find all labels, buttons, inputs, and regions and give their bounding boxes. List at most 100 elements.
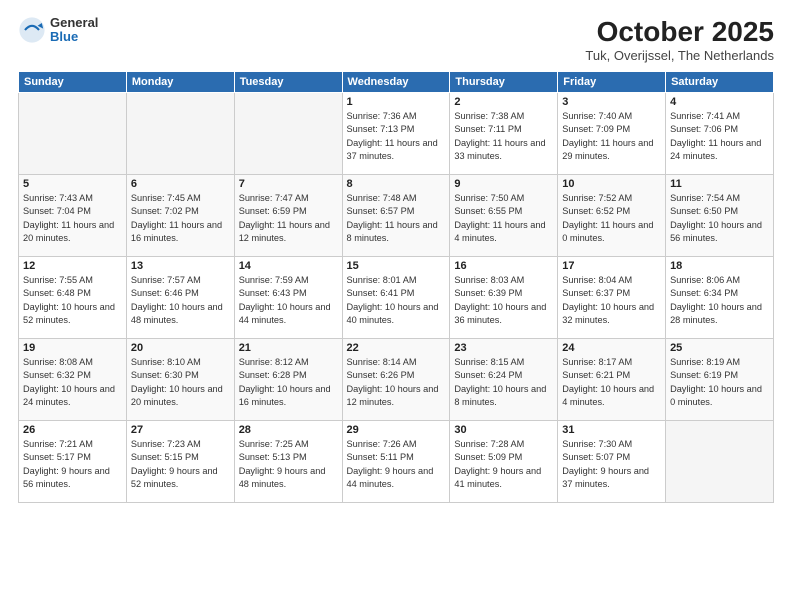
table-row: 12 Sunrise: 7:55 AMSunset: 6:48 PMDayligh… xyxy=(19,257,127,339)
table-row: 2 Sunrise: 7:38 AMSunset: 7:11 PMDaylight… xyxy=(450,93,558,175)
day-number: 31 xyxy=(562,424,661,436)
table-row: 20 Sunrise: 8:10 AMSunset: 6:30 PMDayligh… xyxy=(126,339,234,421)
calendar-week-5: 26Sunrise: 7:21 AMSunset: 5:17 PMDayligh… xyxy=(19,421,774,503)
table-row xyxy=(234,93,342,175)
table-row: 4Sunrise: 7:41 AMSunset: 7:06 PMDaylight… xyxy=(666,93,774,175)
day-info: Sunrise: 7:36 AMSunset: 7:13 PMDaylight:… xyxy=(347,110,446,163)
day-info: Sunrise: 7:41 AMSunset: 7:06 PMDaylight:… xyxy=(670,110,769,163)
table-row: 8 Sunrise: 7:48 AMSunset: 6:57 PMDaylight… xyxy=(342,175,450,257)
day-info: Sunrise: 7:43 AMSunset: 7:04 PMDaylight:… xyxy=(23,192,122,245)
table-row: 26Sunrise: 7:21 AMSunset: 5:17 PMDayligh… xyxy=(19,421,127,503)
table-row xyxy=(666,421,774,503)
day-info: Sunrise: 8:17 AMSunset: 6:21 PMDaylight:… xyxy=(562,356,661,409)
day-info: Sunrise: 7:57 AMSunset: 6:46 PMDaylight:… xyxy=(131,274,230,327)
table-row: 28 Sunrise: 7:25 AMSunset: 5:13 PMDayligh… xyxy=(234,421,342,503)
table-row: 9 Sunrise: 7:50 AMSunset: 6:55 PMDaylight… xyxy=(450,175,558,257)
day-number: 5 xyxy=(23,178,122,190)
day-info: Sunrise: 7:25 AMSunset: 5:13 PMDaylight:… xyxy=(239,438,338,491)
day-number: 20 xyxy=(131,342,230,354)
logo: General Blue xyxy=(18,16,98,45)
table-row: 25Sunrise: 8:19 AMSunset: 6:19 PMDayligh… xyxy=(666,339,774,421)
table-row: 15 Sunrise: 8:01 AMSunset: 6:41 PMDayligh… xyxy=(342,257,450,339)
table-row: 10Sunrise: 7:52 AMSunset: 6:52 PMDayligh… xyxy=(558,175,666,257)
day-number: 8 xyxy=(347,178,446,190)
col-wednesday: Wednesday xyxy=(342,72,450,93)
calendar-week-4: 19Sunrise: 8:08 AMSunset: 6:32 PMDayligh… xyxy=(19,339,774,421)
day-info: Sunrise: 8:10 AMSunset: 6:30 PMDaylight:… xyxy=(131,356,230,409)
table-row: 3 Sunrise: 7:40 AMSunset: 7:09 PMDaylight… xyxy=(558,93,666,175)
day-number: 6 xyxy=(131,178,230,190)
table-row: 13Sunrise: 7:57 AMSunset: 6:46 PMDayligh… xyxy=(126,257,234,339)
col-friday: Friday xyxy=(558,72,666,93)
day-number: 26 xyxy=(23,424,122,436)
table-row: 24 Sunrise: 8:17 AMSunset: 6:21 PMDayligh… xyxy=(558,339,666,421)
day-number: 28 xyxy=(239,424,338,436)
day-info: Sunrise: 7:55 AMSunset: 6:48 PMDaylight:… xyxy=(23,274,122,327)
table-row xyxy=(19,93,127,175)
day-info: Sunrise: 8:06 AMSunset: 6:34 PMDaylight:… xyxy=(670,274,769,327)
table-row: 29 Sunrise: 7:26 AMSunset: 5:11 PMDayligh… xyxy=(342,421,450,503)
calendar-table: Sunday Monday Tuesday Wednesday Thursday… xyxy=(18,71,774,503)
calendar-week-2: 5 Sunrise: 7:43 AMSunset: 7:04 PMDaylight… xyxy=(19,175,774,257)
day-info: Sunrise: 7:52 AMSunset: 6:52 PMDaylight:… xyxy=(562,192,661,245)
day-info: Sunrise: 7:23 AMSunset: 5:15 PMDaylight:… xyxy=(131,438,230,491)
day-info: Sunrise: 7:38 AMSunset: 7:11 PMDaylight:… xyxy=(454,110,553,163)
day-number: 30 xyxy=(454,424,553,436)
table-row: 23 Sunrise: 8:15 AMSunset: 6:24 PMDayligh… xyxy=(450,339,558,421)
table-row xyxy=(126,93,234,175)
day-number: 2 xyxy=(454,96,553,108)
col-monday: Monday xyxy=(126,72,234,93)
day-number: 22 xyxy=(347,342,446,354)
day-info: Sunrise: 7:50 AMSunset: 6:55 PMDaylight:… xyxy=(454,192,553,245)
day-number: 25 xyxy=(670,342,769,354)
day-number: 9 xyxy=(454,178,553,190)
day-info: Sunrise: 8:01 AMSunset: 6:41 PMDaylight:… xyxy=(347,274,446,327)
day-number: 19 xyxy=(23,342,122,354)
calendar-week-1: 1Sunrise: 7:36 AMSunset: 7:13 PMDaylight… xyxy=(19,93,774,175)
table-row: 21 Sunrise: 8:12 AMSunset: 6:28 PMDayligh… xyxy=(234,339,342,421)
table-row: 11 Sunrise: 7:54 AMSunset: 6:50 PMDayligh… xyxy=(666,175,774,257)
day-info: Sunrise: 7:59 AMSunset: 6:43 PMDaylight:… xyxy=(239,274,338,327)
day-info: Sunrise: 8:15 AMSunset: 6:24 PMDaylight:… xyxy=(454,356,553,409)
day-number: 23 xyxy=(454,342,553,354)
table-row: 16Sunrise: 8:03 AMSunset: 6:39 PMDayligh… xyxy=(450,257,558,339)
logo-blue-text: Blue xyxy=(50,30,98,44)
calendar-week-3: 12 Sunrise: 7:55 AMSunset: 6:48 PMDayligh… xyxy=(19,257,774,339)
day-info: Sunrise: 7:40 AMSunset: 7:09 PMDaylight:… xyxy=(562,110,661,163)
day-number: 15 xyxy=(347,260,446,272)
table-row: 22 Sunrise: 8:14 AMSunset: 6:26 PMDayligh… xyxy=(342,339,450,421)
day-number: 12 xyxy=(23,260,122,272)
header: General Blue October 2025 Tuk, Overijsse… xyxy=(18,16,774,63)
logo-icon xyxy=(18,16,46,44)
table-row: 1Sunrise: 7:36 AMSunset: 7:13 PMDaylight… xyxy=(342,93,450,175)
day-info: Sunrise: 7:28 AMSunset: 5:09 PMDaylight:… xyxy=(454,438,553,491)
month-title: October 2025 xyxy=(585,16,774,48)
day-number: 16 xyxy=(454,260,553,272)
table-row: 18Sunrise: 8:06 AMSunset: 6:34 PMDayligh… xyxy=(666,257,774,339)
day-number: 11 xyxy=(670,178,769,190)
day-number: 7 xyxy=(239,178,338,190)
col-sunday: Sunday xyxy=(19,72,127,93)
day-info: Sunrise: 7:54 AMSunset: 6:50 PMDaylight:… xyxy=(670,192,769,245)
day-info: Sunrise: 8:04 AMSunset: 6:37 PMDaylight:… xyxy=(562,274,661,327)
day-number: 29 xyxy=(347,424,446,436)
day-number: 3 xyxy=(562,96,661,108)
day-info: Sunrise: 7:26 AMSunset: 5:11 PMDaylight:… xyxy=(347,438,446,491)
day-info: Sunrise: 7:45 AMSunset: 7:02 PMDaylight:… xyxy=(131,192,230,245)
day-info: Sunrise: 7:48 AMSunset: 6:57 PMDaylight:… xyxy=(347,192,446,245)
table-row: 27 Sunrise: 7:23 AMSunset: 5:15 PMDayligh… xyxy=(126,421,234,503)
table-row: 5 Sunrise: 7:43 AMSunset: 7:04 PMDaylight… xyxy=(19,175,127,257)
day-number: 27 xyxy=(131,424,230,436)
logo-general-text: General xyxy=(50,16,98,30)
col-saturday: Saturday xyxy=(666,72,774,93)
table-row: 6 Sunrise: 7:45 AMSunset: 7:02 PMDaylight… xyxy=(126,175,234,257)
day-number: 24 xyxy=(562,342,661,354)
table-row: 31Sunrise: 7:30 AMSunset: 5:07 PMDayligh… xyxy=(558,421,666,503)
day-info: Sunrise: 7:47 AMSunset: 6:59 PMDaylight:… xyxy=(239,192,338,245)
day-number: 21 xyxy=(239,342,338,354)
table-row: 30 Sunrise: 7:28 AMSunset: 5:09 PMDayligh… xyxy=(450,421,558,503)
calendar-header-row: Sunday Monday Tuesday Wednesday Thursday… xyxy=(19,72,774,93)
day-info: Sunrise: 8:14 AMSunset: 6:26 PMDaylight:… xyxy=(347,356,446,409)
day-number: 14 xyxy=(239,260,338,272)
day-info: Sunrise: 8:12 AMSunset: 6:28 PMDaylight:… xyxy=(239,356,338,409)
